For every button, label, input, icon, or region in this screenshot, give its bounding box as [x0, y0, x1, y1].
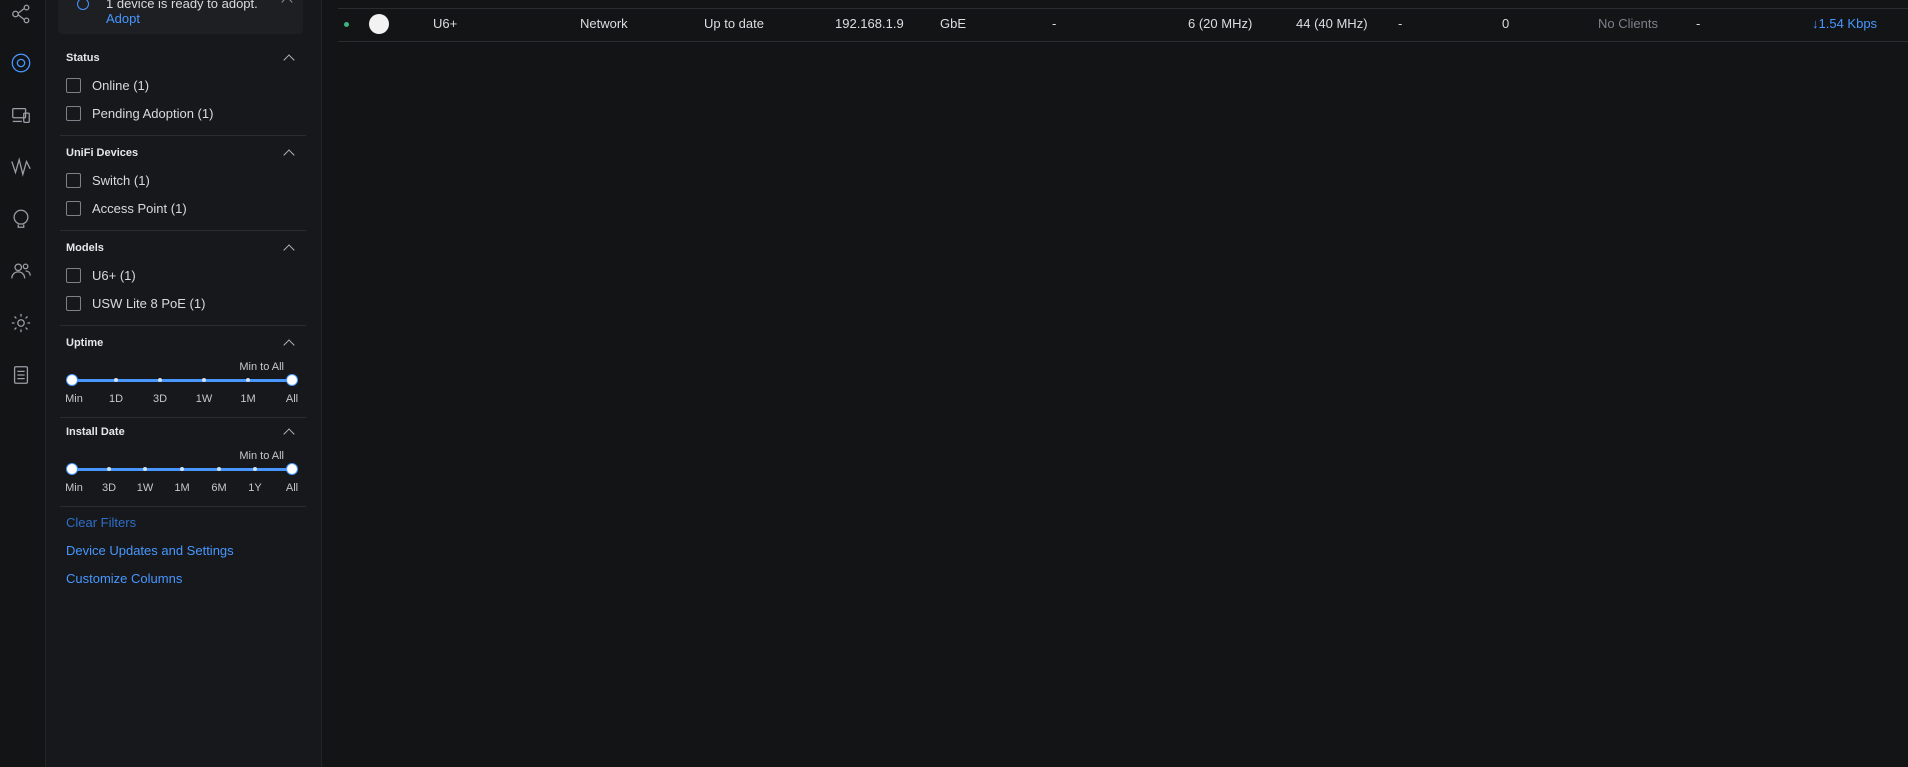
checkbox-box[interactable]	[66, 78, 81, 93]
divider	[60, 506, 306, 507]
slider-tick-label: 1M	[174, 482, 190, 494]
chevron-up-icon[interactable]	[283, 149, 295, 161]
checkbox-label: Switch (1)	[92, 173, 150, 188]
filter-panel: 1 device is ready to adopt. Adopt Status…	[46, 0, 322, 767]
device-updates-link[interactable]: Device Updates and Settings	[66, 543, 234, 558]
clear-filters-link[interactable]: Clear Filters	[66, 515, 136, 530]
uptime-title: Uptime	[66, 337, 104, 349]
clients-icon[interactable]	[9, 259, 33, 283]
slider-track[interactable]	[72, 379, 292, 382]
adopt-notice: 1 device is ready to adopt. Adopt	[58, 0, 303, 34]
slider-tick-label: 1M	[240, 393, 256, 405]
statistics-icon[interactable]	[9, 155, 33, 179]
models-title: Models	[66, 242, 104, 254]
switch-checkbox[interactable]: Switch (1)	[66, 173, 150, 188]
slider-tick	[143, 467, 147, 471]
slider-tick-label: 3D	[152, 393, 168, 405]
logs-icon[interactable]	[9, 363, 33, 387]
slider-tick	[202, 378, 206, 382]
device-col12: -	[1696, 16, 1701, 31]
channel-2g: 6 (20 MHz)	[1188, 16, 1253, 31]
topology-icon[interactable]	[9, 2, 33, 26]
slider-tick	[114, 378, 118, 382]
checkbox-box[interactable]	[66, 173, 81, 188]
checkbox-box[interactable]	[66, 268, 81, 283]
info-icon	[77, 0, 89, 10]
slider-tick	[107, 467, 111, 471]
adopt-link[interactable]: Adopt	[106, 11, 140, 26]
install-date-title: Install Date	[66, 426, 125, 438]
device-uplink: GbE	[940, 16, 967, 31]
device-name[interactable]: U6+	[433, 16, 457, 31]
checkbox-label: Access Point (1)	[92, 201, 187, 216]
install-date-range-text: Min to All	[239, 450, 284, 462]
slider-tick-label: 1W	[195, 393, 213, 405]
slider-tick	[253, 467, 257, 471]
device-image	[369, 14, 389, 34]
slider-min-handle[interactable]	[66, 374, 78, 386]
slider-tick	[246, 378, 250, 382]
device-col9: -	[1398, 16, 1403, 31]
slider-tick-label: 1Y	[248, 482, 262, 494]
install-date-slider[interactable]: Min to All Min 3D 1W 1M 6M 1Y All	[46, 450, 306, 510]
chevron-up-icon[interactable]	[283, 244, 295, 256]
device-network: Network	[580, 16, 628, 31]
status-title: Status	[66, 52, 100, 64]
divider	[60, 417, 306, 418]
slider-tick-label: 6M	[211, 482, 227, 494]
table-row[interactable]: U6+ Network Up to date 192.168.1.9 GbE -…	[338, 8, 1908, 42]
checkbox-label: Pending Adoption (1)	[92, 106, 214, 121]
checkbox-box[interactable]	[66, 296, 81, 311]
uptime-slider[interactable]: Min to All Min 1D 3D 1W 1M All	[46, 361, 306, 421]
checkbox-box[interactable]	[66, 201, 81, 216]
model-u6plus-checkbox[interactable]: U6+ (1)	[66, 268, 136, 283]
model-usw-lite-checkbox[interactable]: USW Lite 8 PoE (1)	[66, 296, 205, 311]
device-col6: -	[1052, 16, 1057, 31]
insights-icon[interactable]	[9, 207, 33, 231]
client-devices-icon[interactable]	[9, 103, 33, 127]
slider-tick	[180, 467, 184, 471]
slider-tick-label: 3D	[101, 482, 117, 494]
chevron-up-icon[interactable]	[283, 428, 295, 440]
device-clients: No Clients	[1598, 16, 1658, 31]
device-ip: 192.168.1.9	[835, 16, 904, 31]
chevron-up-icon[interactable]	[283, 54, 295, 66]
device-throughput: ↓1.54 Kbps	[1812, 16, 1878, 31]
device-firmware: Up to date	[704, 16, 764, 31]
adopt-notice-text: 1 device is ready to adopt.	[106, 0, 258, 11]
online-status-dot	[344, 22, 349, 27]
slider-min-handle[interactable]	[66, 463, 78, 475]
divider	[60, 135, 306, 136]
slider-tick-label: 1W	[136, 482, 154, 494]
slider-max-handle[interactable]	[286, 463, 298, 475]
slider-tick-label: All	[285, 393, 299, 405]
device-table: U6+ Network Up to date 192.168.1.9 GbE -…	[322, 0, 1908, 767]
checkbox-box[interactable]	[66, 106, 81, 121]
settings-icon[interactable]	[9, 311, 33, 335]
channel-5g: 44 (40 MHz)	[1296, 16, 1368, 31]
checkbox-label: Online (1)	[92, 78, 150, 93]
access-point-checkbox[interactable]: Access Point (1)	[66, 201, 187, 216]
uptime-range-text: Min to All	[239, 361, 284, 373]
slider-tick	[217, 467, 221, 471]
chevron-up-icon[interactable]	[281, 0, 293, 8]
slider-max-handle[interactable]	[286, 374, 298, 386]
unifi-devices-title: UniFi Devices	[66, 147, 139, 159]
customize-columns-link[interactable]: Customize Columns	[66, 571, 182, 586]
devices-icon[interactable]	[9, 51, 33, 75]
chevron-up-icon[interactable]	[283, 339, 295, 351]
nav-rail	[0, 0, 46, 767]
slider-tick-label: 1D	[108, 393, 124, 405]
divider	[60, 230, 306, 231]
device-col10: 0	[1502, 16, 1510, 31]
slider-tick-label: All	[285, 482, 299, 494]
slider-tick-label: Min	[65, 482, 83, 494]
status-pending-checkbox[interactable]: Pending Adoption (1)	[66, 106, 213, 121]
divider	[60, 325, 306, 326]
slider-tick-label: Min	[65, 393, 83, 405]
slider-tick	[158, 378, 162, 382]
status-online-checkbox[interactable]: Online (1)	[66, 78, 149, 93]
checkbox-label: U6+ (1)	[92, 268, 136, 283]
checkbox-label: USW Lite 8 PoE (1)	[92, 296, 206, 311]
